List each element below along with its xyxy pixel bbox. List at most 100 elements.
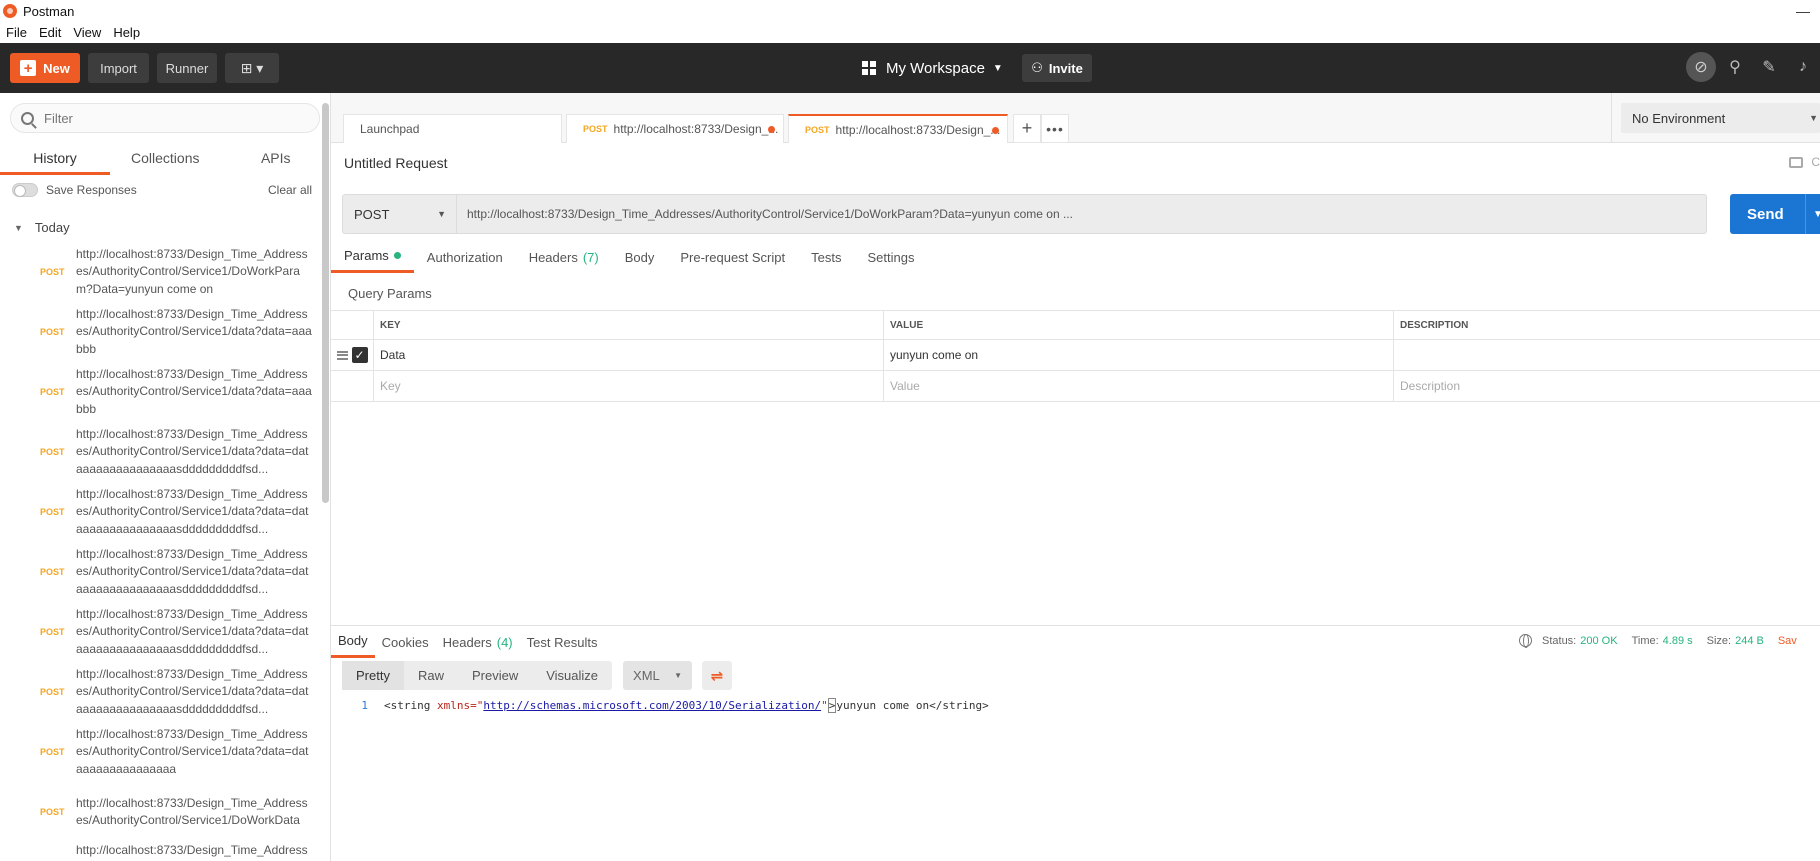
wrap-icon: ⇌ <box>710 667 724 685</box>
add-tab-button[interactable]: + <box>1013 114 1041 143</box>
filter-input[interactable] <box>44 110 294 126</box>
sidebar-scrollbar[interactable] <box>322 103 329 503</box>
request-tabs: Params Authorization Headers (7) Body Pr… <box>331 241 1820 273</box>
tab-prerequest-script[interactable]: Pre-request Script <box>667 241 798 273</box>
tab-body[interactable]: Body <box>612 241 668 273</box>
request-title[interactable]: Untitled Request <box>344 155 448 171</box>
history-item[interactable]: POST http://localhost:8733/Design_Time_Ad… <box>0 302 320 362</box>
menu-help[interactable]: Help <box>113 25 140 40</box>
history-item[interactable]: http://localhost:8733/Design_Time_Addres… <box>0 842 320 861</box>
key-placeholder-cell[interactable]: Key <box>373 371 883 401</box>
save-responses-toggle[interactable] <box>12 183 38 197</box>
tab-test-results[interactable]: Test Results <box>520 626 605 658</box>
history-item[interactable]: POST http://localhost:8733/Design_Time_Ad… <box>0 722 320 782</box>
tab-params[interactable]: Params <box>331 241 414 273</box>
tab-request-active[interactable]: POST http://localhost:8733/Design_... <box>788 114 1008 143</box>
unsaved-dot-icon <box>992 127 999 134</box>
send-button[interactable]: Send ▼ <box>1730 194 1820 234</box>
method-select[interactable]: POST ▼ <box>342 194 457 234</box>
format-select[interactable]: XML ▼ <box>623 661 693 690</box>
url-input[interactable]: http://localhost:8733/Design_Time_Addres… <box>457 194 1707 234</box>
clear-all-button[interactable]: Clear all <box>268 183 312 197</box>
history-item[interactable]: POST http://localhost:8733/Design_Time_Ad… <box>0 782 320 842</box>
wrap-lines-button[interactable]: ⇌ <box>702 661 733 690</box>
chevron-down-icon: ▼ <box>992 62 1003 74</box>
tab-response-headers[interactable]: Headers (4) <box>436 626 520 658</box>
plus-icon: + <box>20 60 37 76</box>
history-item[interactable]: POST http://localhost:8733/Design_Time_Ad… <box>0 542 320 602</box>
workspace-selector[interactable]: My Workspace ▼ <box>862 53 1003 83</box>
param-value-cell[interactable]: yunyun come on <box>883 340 1393 370</box>
menu-view[interactable]: View <box>73 25 101 40</box>
chevron-down-icon: ▼ <box>1809 113 1818 123</box>
wrench-icon[interactable]: ✎ <box>1754 52 1784 82</box>
method-badge: POST <box>40 267 65 277</box>
view-pretty[interactable]: Pretty <box>342 661 404 690</box>
tab-settings[interactable]: Settings <box>854 241 927 273</box>
view-visualize[interactable]: Visualize <box>532 661 612 690</box>
bell-icon[interactable]: ♪ <box>1788 52 1818 82</box>
satellite-icon[interactable]: ⚲ <box>1720 52 1750 82</box>
invite-button[interactable]: ⚇ Invite <box>1022 54 1092 82</box>
param-key-cell[interactable]: Data <box>373 340 883 370</box>
save-response-button[interactable]: Sav <box>1778 635 1797 647</box>
collapse-triangle-icon: ▼ <box>14 222 23 233</box>
history-item[interactable]: POST http://localhost:8733/Design_Time_Ad… <box>0 362 320 422</box>
minimize-button[interactable]: — <box>1796 3 1810 19</box>
description-placeholder-cell[interactable]: Description <box>1393 371 1820 401</box>
method-badge: POST <box>40 327 65 337</box>
sync-off-icon[interactable]: ⊘ <box>1686 52 1716 82</box>
tab-headers[interactable]: Headers (7) <box>516 241 612 273</box>
method-badge: POST <box>40 687 65 697</box>
divider <box>1805 194 1806 234</box>
active-dot-icon <box>393 252 401 259</box>
globe-icon[interactable] <box>1519 634 1532 648</box>
row-controls: ✓ <box>331 340 373 370</box>
param-description-cell[interactable] <box>1393 340 1820 370</box>
tab-history[interactable]: History <box>0 145 110 175</box>
tab-launchpad[interactable]: Launchpad <box>343 114 562 143</box>
history-item[interactable]: POST http://localhost:8733/Design_Time_Ad… <box>0 662 320 722</box>
request-tabs-bar: Launchpad POST http://localhost:8733/Des… <box>331 93 1820 143</box>
tab-tests[interactable]: Tests <box>798 241 854 273</box>
view-raw[interactable]: Raw <box>404 661 458 690</box>
history-item[interactable]: POST http://localhost:8733/Design_Time_Ad… <box>0 482 320 542</box>
drag-handle-icon[interactable] <box>336 350 348 360</box>
menu-file[interactable]: File <box>6 25 27 40</box>
value-placeholder-cell[interactable]: Value <box>883 371 1393 401</box>
chevron-down-icon[interactable]: ▼ <box>1813 209 1820 220</box>
tab-cookies[interactable]: Cookies <box>375 626 436 658</box>
history-item[interactable]: POST http://localhost:8733/Design_Time_Ad… <box>0 242 320 302</box>
import-button[interactable]: Import <box>88 53 149 83</box>
new-button[interactable]: + New <box>10 53 80 83</box>
code-open-tag: <string <box>384 699 437 712</box>
code-namespace-link[interactable]: http://schemas.microsoft.com/2003/10/Ser… <box>483 699 821 712</box>
history-item[interactable]: POST http://localhost:8733/Design_Time_Ad… <box>0 602 320 662</box>
history-group-today[interactable]: ▼ Today <box>14 220 70 235</box>
column-header-value: VALUE <box>883 311 1393 339</box>
history-url: http://localhost:8733/Design_Time_Addres… <box>76 546 309 596</box>
history-item[interactable]: POST http://localhost:8733/Design_Time_Ad… <box>0 422 320 482</box>
comments-button[interactable]: C <box>1789 155 1820 169</box>
more-tabs-button[interactable]: ••• <box>1041 114 1069 143</box>
tab-label: http://localhost:8733/Design_... <box>613 122 779 136</box>
plus-icon: + <box>1021 118 1033 138</box>
workspace-label: My Workspace <box>886 59 985 77</box>
tab-authorization[interactable]: Authorization <box>414 241 516 273</box>
view-preview[interactable]: Preview <box>458 661 532 690</box>
menu-edit[interactable]: Edit <box>39 25 61 40</box>
tab-response-body[interactable]: Body <box>331 626 375 658</box>
environment-select[interactable]: No Environment ▼ <box>1621 103 1820 133</box>
menu-bar: File Edit View Help <box>0 22 1820 43</box>
tab-label: Launchpad <box>360 122 420 136</box>
tab-collections[interactable]: Collections <box>110 145 221 175</box>
tab-request[interactable]: POST http://localhost:8733/Design_... <box>566 114 784 143</box>
tab-apis[interactable]: APIs <box>221 145 331 175</box>
response-status: Status: 200 OK Time: 4.89 s Size: 244 B … <box>1519 634 1797 648</box>
history-url: http://localhost:8733/Design_Time_Addres… <box>76 366 312 416</box>
workspace-grid-icon <box>862 61 876 75</box>
new-window-button[interactable]: ⊞ ▾ <box>225 53 279 83</box>
row-controls <box>331 371 373 401</box>
param-checkbox[interactable]: ✓ <box>351 347 368 363</box>
runner-button[interactable]: Runner <box>157 53 217 83</box>
